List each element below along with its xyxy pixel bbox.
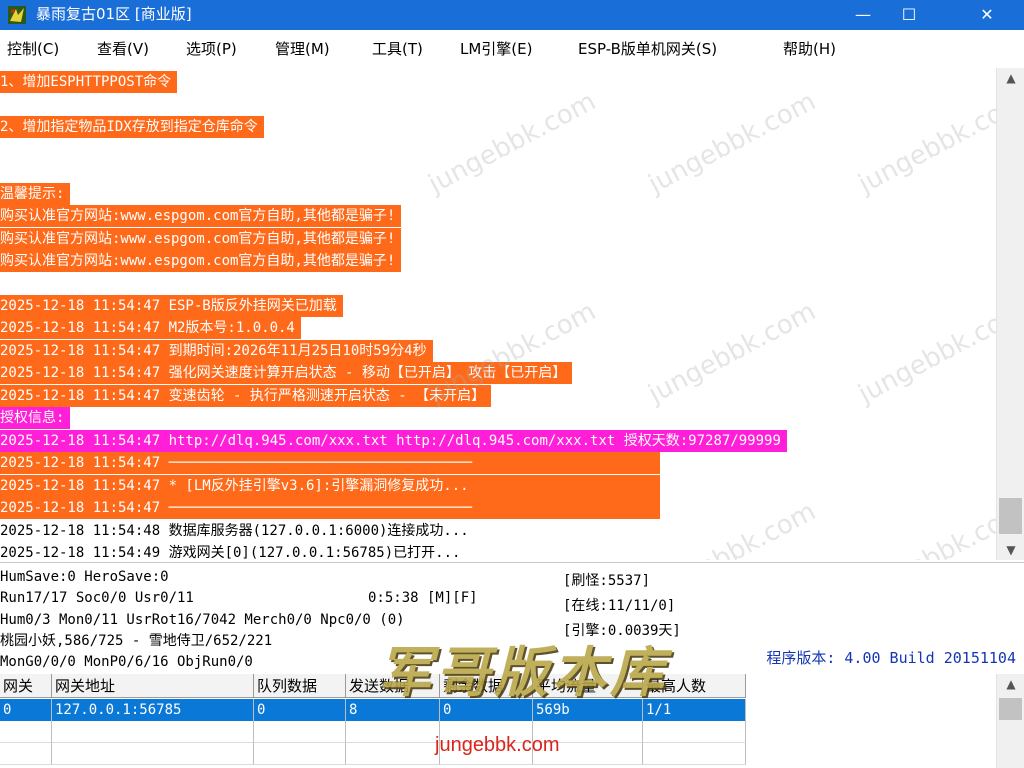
menu-options[interactable]: 选项(P)	[186, 39, 237, 59]
cell-queue: 0	[254, 699, 346, 721]
scroll-up-icon[interactable]: ▲	[997, 68, 1024, 88]
window-title: 暴雨复古01区 [商业版]	[36, 5, 192, 23]
column-header-queue[interactable]: 队列数据	[254, 674, 346, 698]
log-line: 2025-12-18 11:54:49 游戏网关[0](127.0.0.1:56…	[0, 545, 461, 560]
watermark: jungebbk.com	[853, 296, 996, 410]
log-line: 2025-12-18 11:54:47 * [LM反外挂引擎v3.6]:引擎漏洞…	[0, 475, 660, 497]
status-run: Run17/17 Soc0/0 Usr0/11	[0, 590, 194, 606]
log-line: 2025-12-18 11:54:47 ────────────────────…	[0, 452, 660, 474]
status-monster-info: 桃园小妖,586/725 - 雪地侍卫/652/221	[0, 633, 273, 649]
watermark: jungebbk.com	[643, 496, 821, 560]
log-line: 购买认准官方网站:www.espgom.com官方自助,其他都是骗子!	[0, 250, 402, 272]
log-line: 温馨提示:	[0, 183, 71, 205]
watermark-site: jungebbk.com	[435, 734, 560, 756]
menu-view[interactable]: 查看(V)	[97, 39, 149, 59]
column-header-address[interactable]: 网关地址	[52, 674, 254, 698]
maximize-button[interactable]: ☐	[886, 0, 932, 30]
status-mongen: MonG0/0/0 MonP0/6/16 ObjRun0/0	[0, 654, 253, 670]
log-line: 授权信息:	[0, 407, 71, 429]
cell-address: 127.0.0.1:56785	[52, 699, 254, 721]
minimize-button[interactable]: —	[840, 0, 886, 30]
log-line: 1、增加ESPHTTPPOST命令	[0, 71, 178, 93]
cell-gateway: 0	[0, 699, 52, 721]
scroll-thumb[interactable]	[999, 498, 1022, 534]
watermark: jungebbk.com	[643, 86, 821, 200]
log-line: 购买认准官方网站:www.espgom.com官方自助,其他都是骗子!	[0, 205, 402, 227]
table-row-empty	[0, 721, 746, 743]
log-line: 2025-12-18 11:54:47 ESP-B版反外挂网关已加载	[0, 295, 343, 317]
scroll-down-icon[interactable]: ▼	[997, 540, 1024, 560]
status-humans: Hum0/3 Mon0/11 UsrRot16/7042 Merch0/0 Np…	[0, 612, 405, 628]
watermark: jungebbk.com	[423, 86, 601, 200]
log-line: 2025-12-18 11:54:48 数据库服务器(127.0.0.1:600…	[0, 523, 469, 539]
log-line: 2025-12-18 11:54:47 M2版本号:1.0.0.4	[0, 317, 301, 339]
status-save: HumSave:0 HeroSave:0	[0, 569, 169, 585]
watermark: jungebbk.com	[853, 496, 996, 560]
log-scrollbar[interactable]: ▲ ▼	[996, 68, 1024, 560]
table-row-empty	[0, 743, 746, 765]
menu-manage[interactable]: 管理(M)	[275, 39, 330, 59]
menu-control[interactable]: 控制(C)	[7, 39, 59, 59]
close-button[interactable]: ✕	[964, 0, 1010, 30]
log-line: 2025-12-18 11:54:47 变速齿轮 - 执行严格测速开启状态 - …	[0, 385, 492, 407]
menu-esp-gateway[interactable]: ESP-B版单机网关(S)	[578, 39, 717, 59]
log-line: 2025-12-18 11:54:47 到期时间:2026年11月25日10时5…	[0, 340, 433, 362]
watermark: jungebbk.com	[853, 86, 996, 200]
watermark-logo: 军哥版本库	[378, 640, 668, 704]
log-line: 2025-12-18 11:54:47 ────────────────────…	[0, 497, 660, 519]
title-bar: 暴雨复古01区 [商业版] — ☐ ✕	[0, 0, 1024, 30]
column-header-gateway[interactable]: 网关	[0, 674, 52, 698]
log-line: 购买认准官方网站:www.espgom.com官方自助,其他都是骗子!	[0, 228, 402, 250]
app-icon	[8, 6, 26, 24]
menu-help[interactable]: 帮助(H)	[783, 39, 836, 59]
menu-lm-engine[interactable]: LM引擎(E)	[460, 39, 532, 59]
program-version: 程序版本: 4.00 Build 20151104	[766, 649, 1016, 667]
log-line: 2025-12-18 11:54:47 http://dlq.945.com/x…	[0, 430, 787, 452]
table-scrollbar[interactable]: ▲	[996, 674, 1024, 768]
status-uptime: 0:5:38 [M][F]	[368, 590, 478, 606]
scroll-up-icon[interactable]: ▲	[997, 674, 1024, 694]
scroll-thumb[interactable]	[999, 698, 1022, 720]
refresh-monster-counter: [刷怪:5537]	[563, 573, 651, 589]
online-counter: [在线:11/11/0]	[563, 598, 676, 614]
log-line: 2、增加指定物品IDX存放到指定仓库命令	[0, 116, 264, 138]
log-output[interactable]: 1、增加ESPHTTPPOST命令 2、增加指定物品IDX存放到指定仓库命令 温…	[0, 68, 996, 560]
watermark: jungebbk.com	[643, 296, 821, 410]
menu-bar: 控制(C) 查看(V) 选项(P) 管理(M) 工具(T) LM引擎(E) ES…	[0, 30, 1024, 68]
watermark: jungebbk.com	[423, 296, 601, 410]
menu-tools[interactable]: 工具(T)	[372, 39, 423, 59]
